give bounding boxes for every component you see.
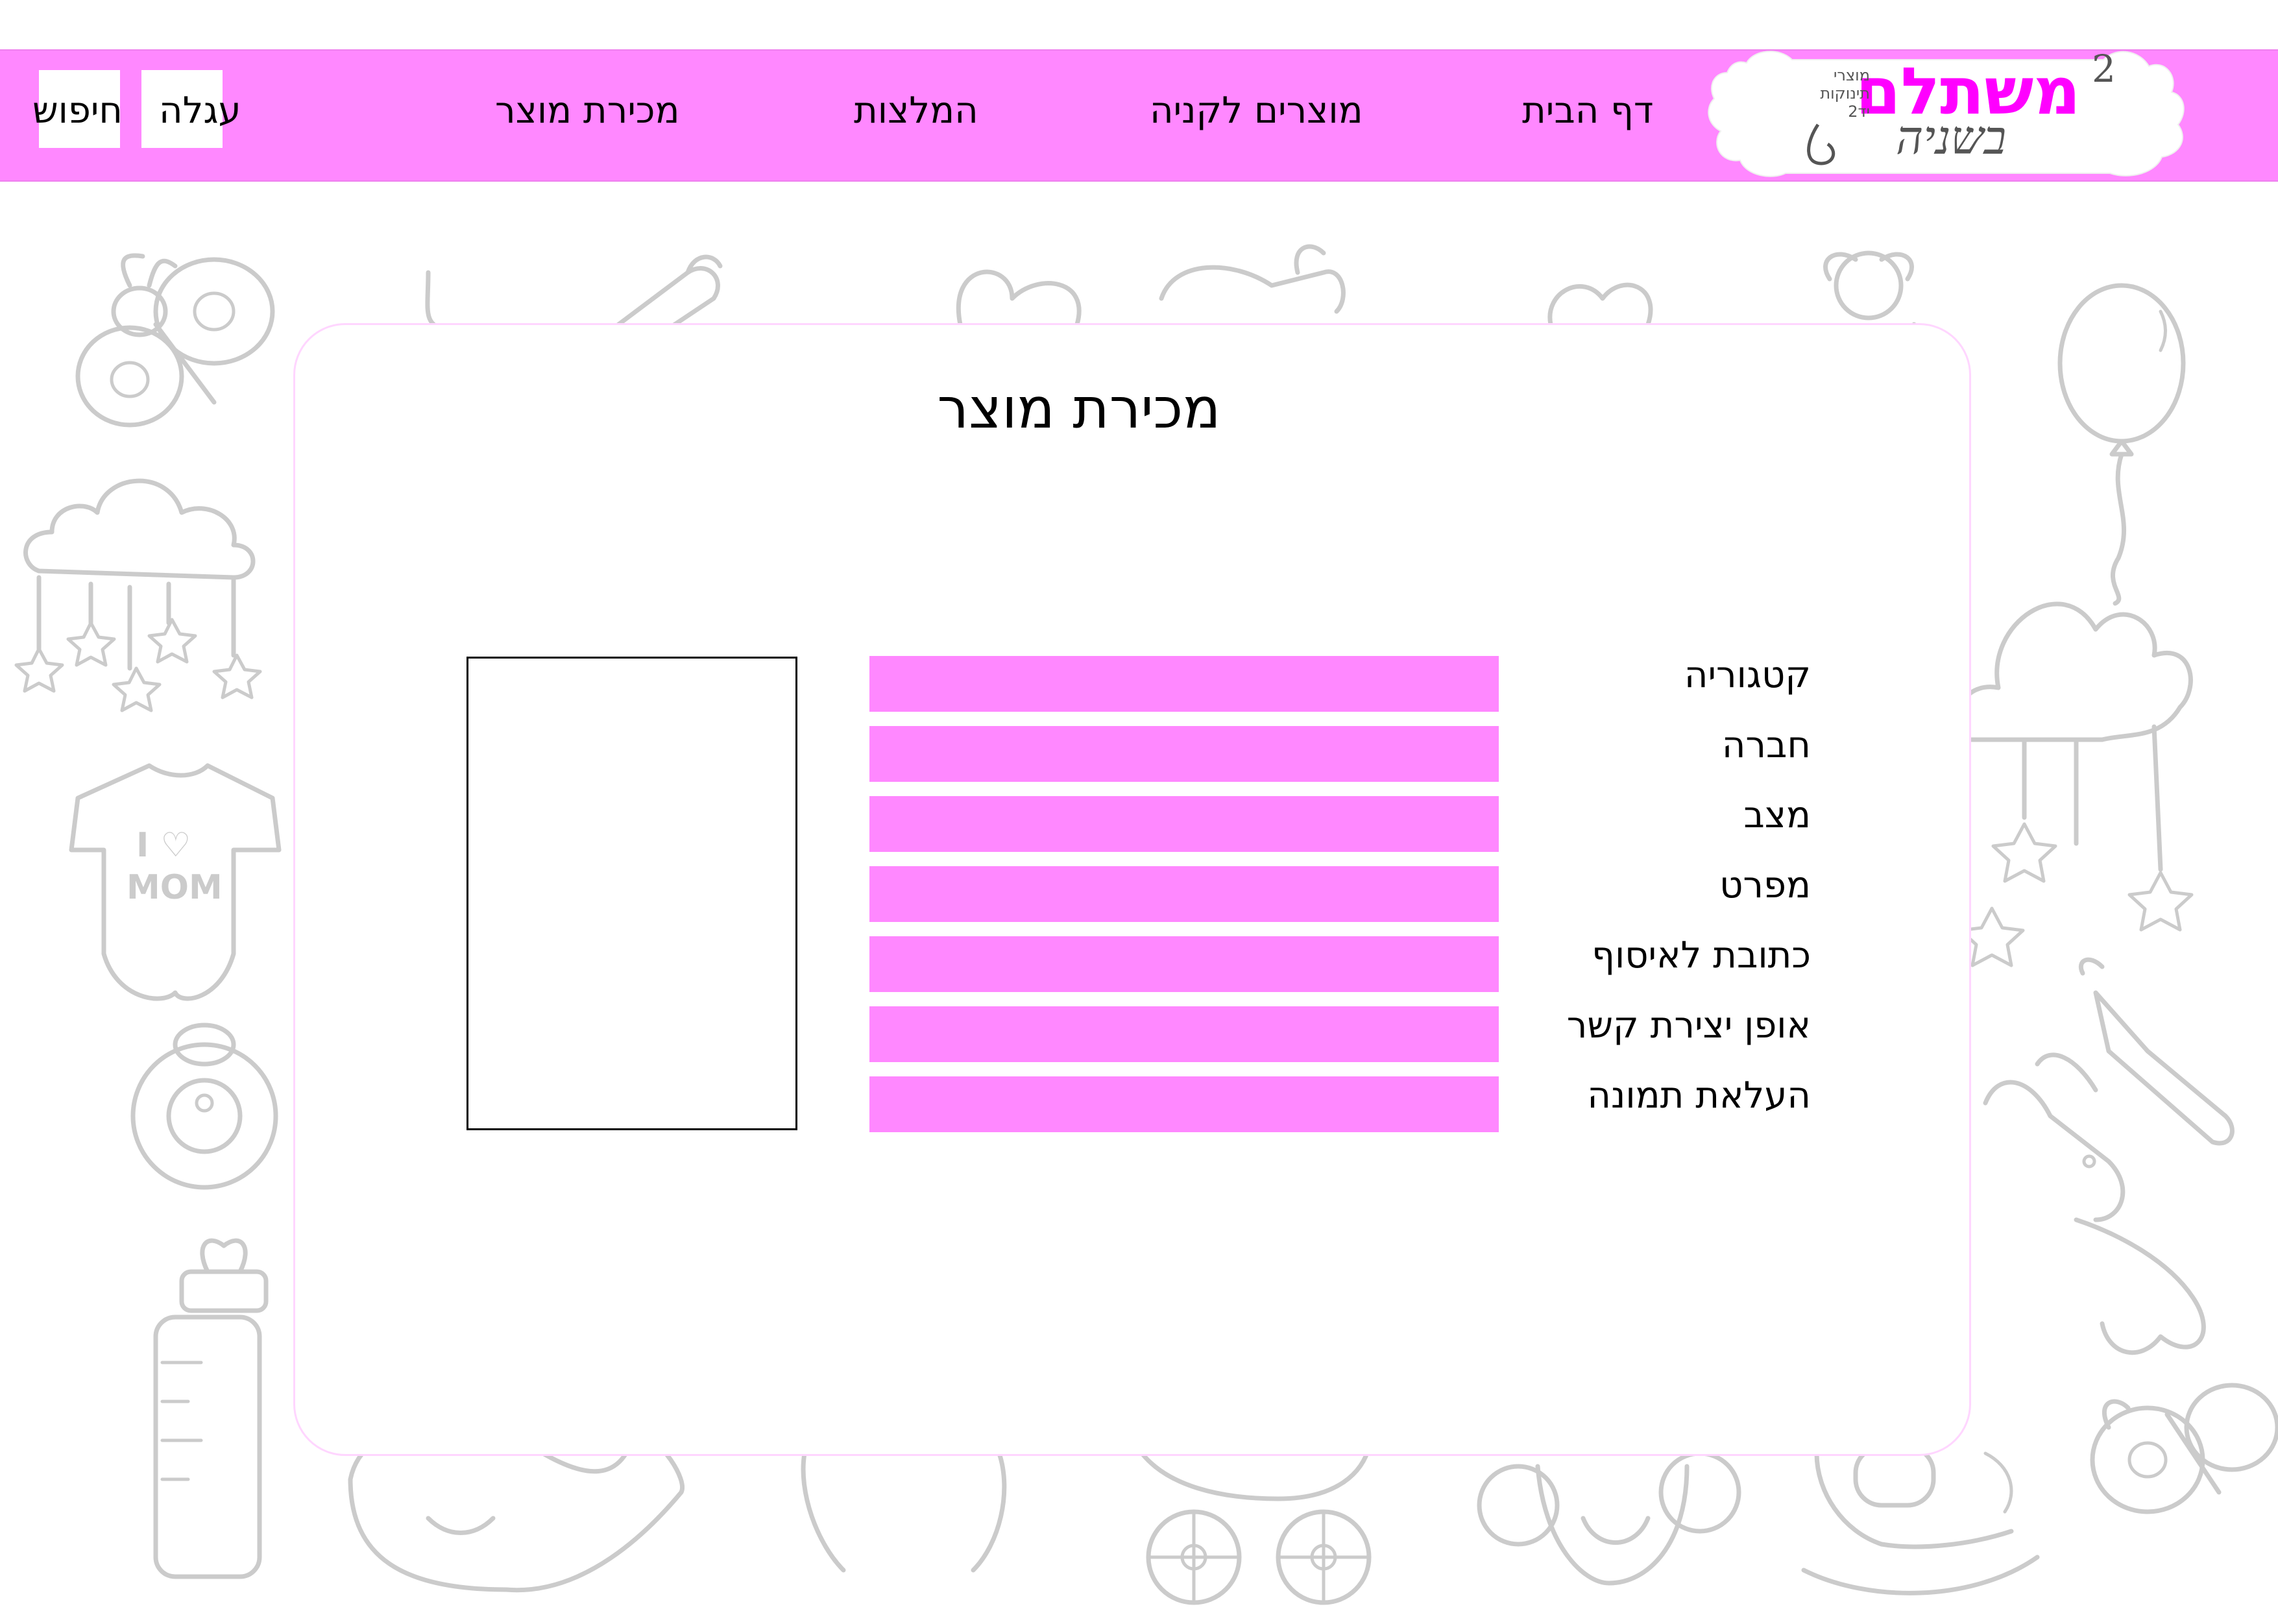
specification-input[interactable]: [869, 866, 1499, 922]
company-input[interactable]: [869, 726, 1499, 782]
field-label-category: קטגוריה: [1684, 654, 1811, 696]
pickup-address-input[interactable]: [869, 936, 1499, 992]
stroller-doodle-icon: [1139, 1444, 1372, 1605]
field-label-company: חברה: [1721, 724, 1811, 766]
sun-doodle-icon: [801, 1451, 1007, 1573]
condition-input[interactable]: [869, 796, 1499, 852]
logo-tagline-text: בשניה: [1896, 110, 2007, 165]
logo-side-text: מוצרי תינוקות יד2: [1773, 66, 1870, 121]
cloud-mobile-doodle-icon: [14, 478, 262, 712]
field-label-pickup-address: כתובת לאיסוף: [1592, 934, 1811, 976]
butterfly-doodle-icon: [75, 253, 275, 428]
toy-doodle-icon: [1547, 282, 1653, 327]
nav-link-recommendations[interactable]: המלצות: [854, 90, 978, 132]
bottle-tipped-doodle-icon: [1159, 244, 1346, 314]
pacifier-doodle-icon: [130, 1023, 278, 1190]
rattle-doodle-icon: [425, 270, 450, 333]
bunny-doodle-icon: [1983, 1052, 2206, 1355]
svg-text:MOM: MOM: [127, 868, 223, 907]
onesie-doodle-icon: I ♡ MOM: [69, 763, 282, 1001]
svg-text:I ♡: I ♡: [136, 826, 191, 865]
logo-side-line: מוצרי: [1834, 66, 1870, 84]
page-title: מכירת מוצר: [937, 376, 1221, 441]
logo-superscript: 2: [2092, 47, 2116, 91]
butterfly-bottom-right-doodle-icon: [2090, 1383, 2278, 1514]
balloon-doodle-icon: [2057, 283, 2186, 606]
nav-link-sell-product[interactable]: מכירת מוצר: [495, 90, 680, 132]
search-button[interactable]: חיפוש: [32, 90, 123, 132]
image-upload-input[interactable]: [869, 1076, 1499, 1132]
contact-method-input[interactable]: [869, 1006, 1499, 1062]
logo-side-line: יד2: [1848, 103, 1870, 121]
cloud-mobile-right-doodle-icon: [1956, 601, 2194, 967]
teddy-bear-doodle-icon: [1477, 1451, 1741, 1586]
field-label-condition: מצב: [1743, 794, 1811, 836]
field-label-contact-method: אופן יצירת קשר: [1566, 1004, 1811, 1047]
logo-side-line: תינוקות: [1820, 84, 1870, 103]
baby-bottle-right-doodle-icon: [2078, 957, 2235, 1146]
image-preview-box[interactable]: [467, 657, 797, 1130]
rocking-horse-doodle-icon: [1801, 1444, 2040, 1595]
site-logo[interactable]: משתלם 2 בשניה מוצרי תינוקות יד2: [1708, 47, 2188, 183]
field-label-image-upload: העלאת תמונה: [1587, 1074, 1811, 1117]
category-input[interactable]: [869, 656, 1499, 712]
field-label-specification: מפרט: [1719, 864, 1811, 906]
cart-button[interactable]: עגלה: [159, 90, 241, 132]
baby-bottle-doodle-icon: [153, 1238, 269, 1579]
nav-link-products-for-sale[interactable]: מוצרים לקניה: [1150, 90, 1363, 132]
bib-doodle-icon: [956, 269, 1082, 327]
nav-link-home[interactable]: דף הבית: [1522, 90, 1653, 132]
